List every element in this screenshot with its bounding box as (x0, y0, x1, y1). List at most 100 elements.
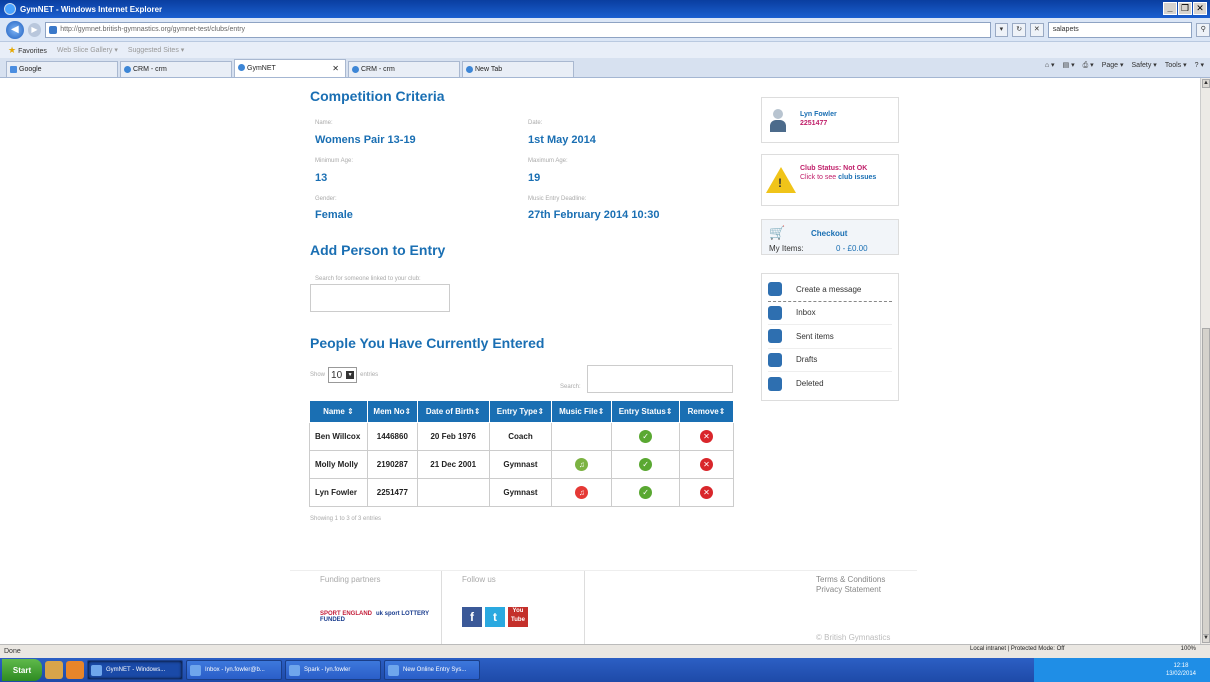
add-person-heading: Add Person to Entry (310, 242, 446, 258)
window-title: GymNET - Windows Internet Explorer (20, 4, 163, 14)
task-gymnet[interactable]: GymNET - Windows... (87, 660, 183, 680)
clock[interactable]: 12:18 13/02/2014 (1166, 662, 1196, 678)
task-inbox[interactable]: Inbox - lyn.fowler@b... (186, 660, 282, 680)
suggested-sites-link[interactable]: Suggested Sites ▾ (128, 46, 184, 54)
col-entry-type[interactable]: Entry Type⇕ (488, 400, 553, 423)
zoom-level[interactable]: 100% (1181, 646, 1196, 652)
date-label: Date: (528, 120, 543, 126)
col-dob[interactable]: Date of Birth⇕ (416, 400, 490, 423)
inbox-link[interactable]: Inbox (768, 302, 892, 325)
cart-icon: 🛒 (769, 225, 786, 240)
home-icon[interactable]: ⌂ ▾ (1045, 61, 1055, 70)
funding-partners-label: Funding partners (320, 575, 381, 584)
ie-logo-icon (4, 3, 16, 15)
vertical-scrollbar[interactable]: ▲ ▼ (1200, 78, 1210, 644)
table-search-label: Search: (560, 384, 581, 390)
tab-crm-2[interactable]: CRM - crm (348, 61, 460, 77)
show-desktop-icon[interactable] (45, 661, 63, 679)
forward-icon[interactable]: ▶ (27, 22, 42, 37)
checkout-panel[interactable]: 🛒 Checkout My Items: 0 - £0.00 (761, 219, 899, 255)
col-remove[interactable]: Remove⇕ (679, 400, 734, 423)
twitter-icon[interactable]: t (485, 607, 505, 627)
remove-icon[interactable]: ✕ (700, 458, 714, 471)
tab-crm-1[interactable]: CRM - crm (120, 61, 232, 77)
close-window-button[interactable]: ✕ (1193, 2, 1207, 15)
stop-icon[interactable]: ✕ (1029, 22, 1044, 37)
favorites-button[interactable]: ★ Favorites (8, 45, 47, 56)
tab-close-icon[interactable]: ✕ (332, 64, 339, 73)
table-search-input[interactable] (587, 365, 733, 393)
help-icon[interactable]: ? ▾ (1195, 61, 1204, 70)
safety-menu[interactable]: Safety ▾ (1132, 61, 1157, 70)
print-icon[interactable]: ⎙ ▾ (1083, 61, 1094, 70)
task-word[interactable]: New Online Entry Sys... (384, 660, 480, 680)
create-message-link[interactable]: Create a message (768, 278, 892, 302)
col-name[interactable]: Name ⇕ (309, 400, 368, 423)
people-entered-heading: People You Have Currently Entered (310, 335, 545, 351)
competition-criteria-heading: Competition Criteria (310, 88, 445, 104)
club-status-title: Club Status: Not OK (800, 165, 868, 172)
drafts-link[interactable]: Drafts (768, 349, 892, 372)
sponsor-logos[interactable]: SPORT ENGLAND uk sport LOTTERY FUNDED (320, 611, 441, 623)
competition-date: 1st May 2014 (528, 134, 596, 146)
facebook-icon[interactable]: f (462, 607, 482, 627)
terms-link[interactable]: Terms & Conditions (816, 575, 885, 585)
club-issues-link[interactable]: club issues (838, 174, 876, 181)
table-row: Molly Molly 2190287 21 Dec 2001 Gymnast … (309, 450, 734, 479)
tab-new-tab[interactable]: New Tab (462, 61, 574, 77)
footer: Funding partners SPORT ENGLAND uk sport L… (290, 570, 917, 644)
remove-icon[interactable]: ✕ (700, 486, 714, 499)
refresh-icon[interactable]: ↻ (1012, 22, 1026, 37)
back-icon[interactable]: ◀ (6, 20, 24, 39)
col-music-file[interactable]: Music File⇕ (551, 400, 613, 423)
user-panel[interactable]: Lyn Fowler 2251477 (761, 97, 899, 143)
club-status-panel[interactable]: ! Club Status: Not OK Click to see club … (761, 154, 899, 206)
tab-gymnet[interactable]: GymNET ✕ (234, 59, 346, 77)
web-slice-gallery-link[interactable]: Web Slice Gallery ▾ (57, 46, 118, 54)
feeds-icon[interactable]: ▤ ▾ (1063, 61, 1075, 70)
person-search-input[interactable] (310, 284, 450, 312)
minimize-button[interactable]: _ (1163, 2, 1177, 15)
music-note-red-icon[interactable]: ♫ (575, 486, 589, 499)
person-search-label: Search for someone linked to your club: (315, 276, 421, 282)
entries-table: Name ⇕ Mem No⇕ Date of Birth⇕ Entry Type… (309, 400, 734, 507)
security-zone: Local intranet | Protected Mode: Off (970, 646, 1065, 652)
scroll-up-icon[interactable]: ▲ (1202, 79, 1210, 88)
show-entries-control: Show 10 ▼ entries (310, 367, 378, 383)
tools-menu[interactable]: Tools ▾ (1165, 61, 1187, 70)
task-spark[interactable]: Spark - lyn.fowler (285, 660, 381, 680)
restore-button[interactable]: ❐ (1178, 2, 1192, 15)
deleted-link[interactable]: Deleted (768, 372, 892, 396)
address-bar-row: ◀ ▶ http://gymnet.british-gymnastics.org… (0, 18, 1210, 42)
music-cell-empty (551, 422, 613, 451)
deadline-label: Music Entry Deadline: (528, 196, 587, 202)
favorites-bar: ★ Favorites Web Slice Gallery ▾ Suggested… (0, 42, 1210, 58)
address-input[interactable]: http://gymnet.british-gymnastics.org/gym… (45, 21, 991, 38)
compat-icon[interactable]: ▾ (994, 22, 1009, 37)
outlook-quick-icon[interactable] (66, 661, 84, 679)
remove-icon[interactable]: ✕ (700, 430, 714, 443)
scroll-down-icon[interactable]: ▼ (1202, 634, 1210, 643)
music-note-green-icon[interactable]: ♫ (575, 458, 589, 471)
youtube-icon[interactable]: You Tube (508, 607, 528, 627)
tab-google[interactable]: Google (6, 61, 118, 77)
privacy-link[interactable]: Privacy Statement (816, 585, 885, 595)
checkout-link[interactable]: Checkout (811, 229, 847, 238)
page-menu[interactable]: Page ▾ (1102, 61, 1124, 70)
scroll-thumb[interactable] (1202, 328, 1210, 638)
dropdown-arrow-icon: ▼ (346, 371, 355, 379)
system-tray: 12:18 13/02/2014 (1034, 658, 1210, 682)
browser-tab-bar: Google CRM - crm GymNET ✕ CRM - crm New T… (0, 58, 1210, 78)
my-items-value: 0 - £0.00 (836, 244, 868, 253)
page-content: Competition Criteria Name: Womens Pair 1… (0, 78, 1200, 644)
browser-search-input[interactable]: salapets (1047, 21, 1193, 38)
entries-per-page-select[interactable]: 10 ▼ (328, 367, 358, 383)
start-button[interactable]: Start (2, 659, 42, 681)
gender-value: Female (315, 209, 353, 221)
sent-items-link[interactable]: Sent items (768, 325, 892, 349)
col-entry-status[interactable]: Entry Status⇕ (611, 400, 681, 423)
table-row: Ben Willcox 1446860 20 Feb 1976 Coach ✓ … (309, 422, 734, 451)
search-icon[interactable]: ⚲ (1196, 22, 1210, 37)
col-mem-no[interactable]: Mem No⇕ (366, 400, 418, 423)
avatar-icon (770, 109, 786, 133)
